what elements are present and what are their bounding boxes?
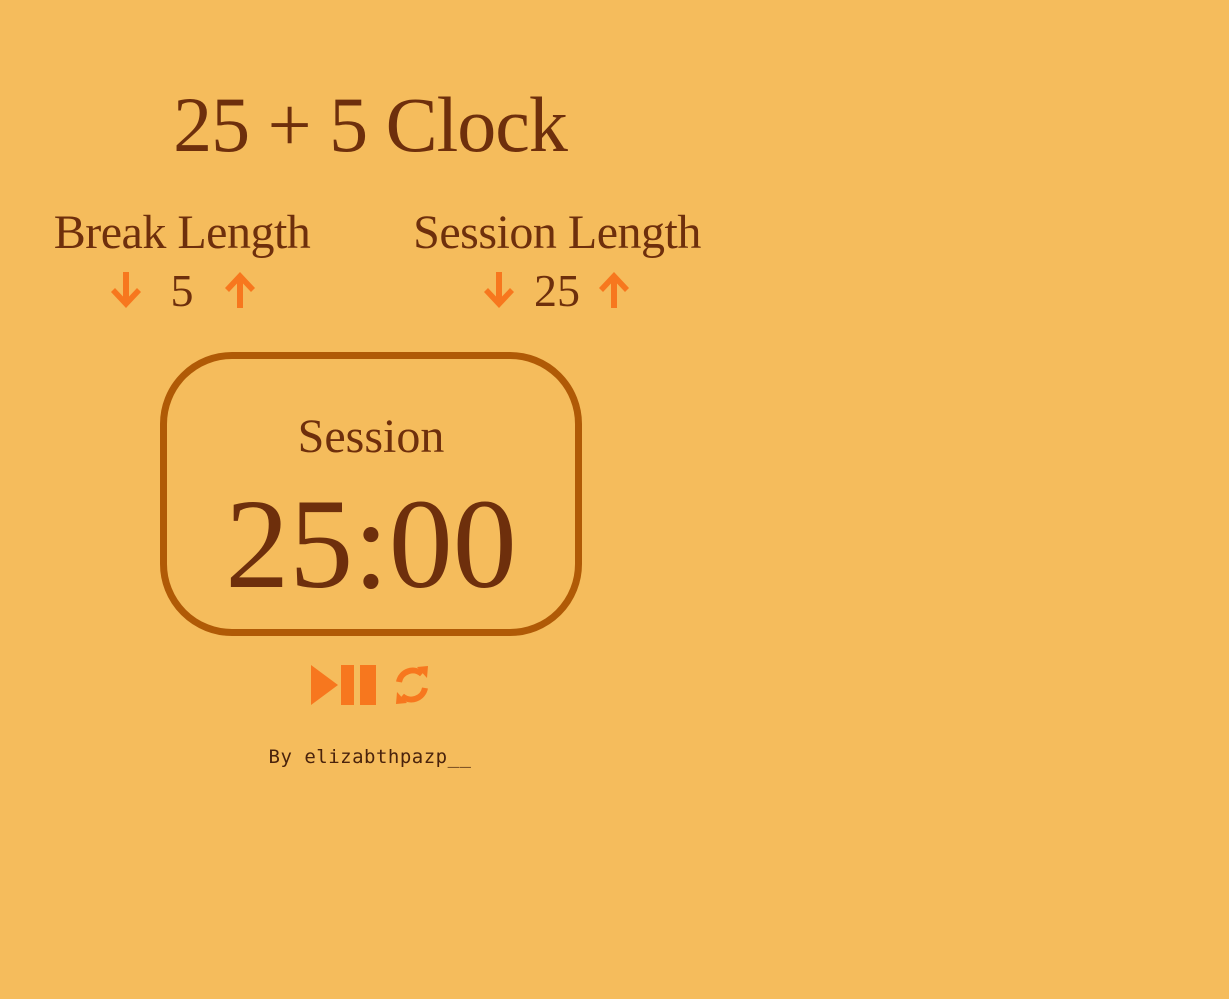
arrow-up-icon [599,272,629,308]
time-left: 25:00 [225,473,517,615]
session-length-panel: Session Length 25 [397,204,717,320]
session-controls: 25 [397,262,717,320]
session-increment-button[interactable] [594,268,634,312]
player-controls [0,660,740,710]
refresh-icon [396,666,428,704]
arrow-up-icon [225,272,255,308]
timer-label: Session [297,410,445,463]
break-controls: 5 [22,262,342,320]
session-label: Session Length [413,206,701,259]
break-label: Break Length [53,206,311,259]
break-length-panel: Break Length 5 [22,204,342,320]
reset-button[interactable] [391,662,433,708]
session-length-value: 25 [534,265,580,316]
clock-app: 25 + 5 Clock Break Length 5 Session Leng… [0,0,740,999]
play-pause-icon [311,665,376,705]
start-stop-button[interactable] [310,662,378,708]
break-increment-button[interactable] [220,268,260,312]
timer-display: Session 25:00 [160,352,582,636]
app-title: 25 + 5 Clock [173,81,568,168]
break-length-value: 5 [170,265,194,316]
author-credit: By elizabthpazp__ [268,746,472,768]
